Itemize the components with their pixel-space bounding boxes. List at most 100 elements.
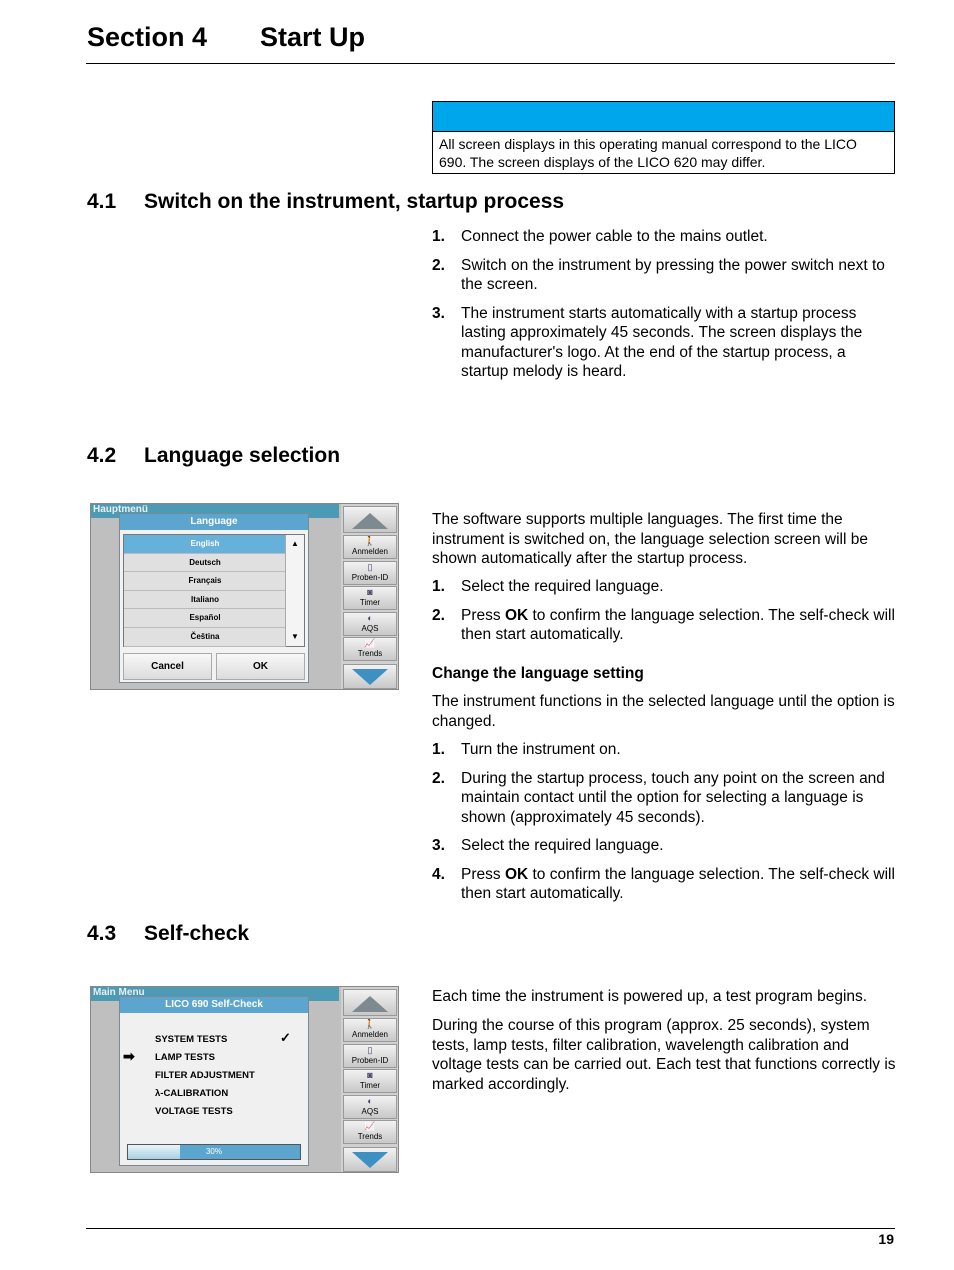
step-text: Select the required language. — [461, 578, 664, 595]
step-text: Press — [461, 865, 505, 883]
sidebar-button-timer[interactable]: ◙ Timer — [343, 586, 397, 610]
sidebar: 🚶 Anmelden ▯ Proben-ID ◙ Timer ◐ AQS 📈 Trends — [341, 987, 398, 1172]
step-text: Select the required language. — [461, 837, 664, 854]
step-number: 1. — [432, 228, 445, 245]
step-text: Press — [461, 606, 505, 624]
language-steps: 1. Select the required language. 2. Press O… — [432, 577, 897, 654]
step-number: 1. — [432, 741, 445, 758]
language-option[interactable]: English — [124, 535, 286, 554]
footer-rule — [86, 1228, 895, 1229]
header-rule — [86, 63, 895, 64]
language-option[interactable]: Français — [124, 572, 286, 591]
test-item: λ-CALIBRATION — [155, 1088, 229, 1099]
section-heading: Section 4 Start Up — [87, 22, 365, 53]
language-list: ▲ ▼ English Deutsch Français Italiano Español… — [123, 534, 305, 647]
selfcheck-screen: Main Menu LICO 690 Self-Check SYSTEM TES… — [90, 986, 399, 1173]
scroll-down-button[interactable] — [343, 1147, 397, 1172]
step-number: 2. — [432, 606, 445, 624]
sidebar-label: Timer — [359, 1081, 381, 1090]
trends-icon: 📈 — [364, 1121, 376, 1131]
sidebar-label: Proben-ID — [351, 1055, 389, 1065]
arrow-up-icon — [352, 513, 388, 529]
step-number: 2. — [432, 769, 445, 787]
sidebar-label: Timer — [359, 598, 381, 607]
scroll-up-button[interactable] — [343, 989, 397, 1016]
ok-button[interactable]: OK — [216, 653, 305, 680]
list-item: 2. Switch on the instrument by pressing t… — [432, 256, 897, 295]
language-dialog: Language ▲ ▼ English Deutsch Français Italia… — [119, 513, 309, 683]
sidebar-label: Trends — [357, 1132, 383, 1141]
note-box: All screen displays in this operating ma… — [432, 101, 895, 174]
section-label: Section 4 — [87, 22, 208, 52]
list-item: 2. During the startup process, touch any … — [432, 769, 897, 828]
sidebar-button-anmelden[interactable]: 🚶 Anmelden — [343, 535, 397, 559]
sidebar-button-proben-id[interactable]: ▯ Proben-ID — [343, 560, 397, 585]
step-number: 4. — [432, 865, 445, 883]
sidebar-button-trends[interactable]: 📈 Trends — [343, 1120, 397, 1144]
change-language-steps: 1. Turn the instrument on. 2. During the st… — [432, 740, 897, 913]
list-item: 4. Press OK to confirm the language selec… — [432, 865, 897, 904]
startup-steps: 1. Connect the power cable to the mains o… — [432, 227, 897, 391]
page-number: 19 — [878, 1231, 894, 1247]
list-item: 1. Connect the power cable to the mains o… — [432, 227, 897, 247]
scroll-down-button[interactable] — [343, 664, 397, 689]
section-title: Start Up — [260, 22, 366, 52]
language-option[interactable]: Deutsch — [124, 553, 286, 573]
heading-4-1: 4.1 Switch on the instrument, startup pro… — [87, 190, 565, 213]
sidebar-label: AQS — [361, 623, 379, 633]
sample-icon: ▯ — [367, 561, 373, 572]
note-text: All screen displays in this operating ma… — [439, 136, 857, 170]
sidebar-button-proben-id[interactable]: ▯ Proben-ID — [343, 1043, 397, 1068]
sidebar-button-timer[interactable]: ◙ Timer — [343, 1069, 397, 1093]
language-screen: Hauptmenü Language ▲ ▼ English Deutsch Fran… — [90, 503, 399, 690]
arrow-down-icon — [352, 669, 388, 685]
sidebar-button-anmelden[interactable]: 🚶 Anmelden — [343, 1018, 397, 1042]
subheading-change-language: Change the language setting — [432, 665, 644, 682]
timer-icon: ◙ — [367, 1070, 373, 1080]
dialog-title: LICO 690 Self-Check — [120, 997, 308, 1013]
sidebar-label: Anmelden — [351, 547, 389, 556]
sidebar-button-aqs[interactable]: ◐ AQS — [343, 611, 397, 636]
timer-icon: ◙ — [367, 587, 373, 597]
list-item: 2. Press OK to confirm the language selec… — [432, 606, 897, 645]
list-item: 1. Turn the instrument on. — [432, 740, 897, 760]
step-text: Switch on the instrument by pressing the… — [461, 256, 885, 294]
person-icon: 🚶 — [364, 1019, 376, 1029]
step-number: 1. — [432, 578, 445, 595]
person-icon: 🚶 — [364, 536, 376, 546]
scroll-down-icon[interactable]: ▼ — [286, 628, 304, 646]
selfcheck-dialog: LICO 690 Self-Check SYSTEM TESTS ✓ LAMP TE… — [119, 996, 309, 1166]
sidebar-label: Proben-ID — [351, 572, 389, 582]
step-text: Turn the instrument on. — [461, 741, 621, 758]
aqs-icon: ◐ — [367, 612, 373, 623]
trends-icon: 📈 — [364, 638, 376, 648]
list-item: 1. Select the required language. — [432, 577, 897, 597]
sidebar: 🚶 Anmelden ▯ Proben-ID ◙ Timer ◐ AQS 📈 Trends — [341, 504, 398, 689]
change-language-intro: The instrument functions in the selected… — [432, 693, 895, 730]
step-text: The instrument starts automatically with… — [461, 304, 863, 381]
scroll-up-icon[interactable]: ▲ — [286, 535, 304, 553]
sidebar-label: AQS — [361, 1106, 379, 1116]
language-option[interactable]: Italiano — [124, 590, 286, 610]
arrow-up-icon — [352, 996, 388, 1012]
checkmark-icon: ✓ — [280, 1030, 291, 1045]
language-option[interactable]: Čeština — [124, 627, 286, 647]
test-item: FILTER ADJUSTMENT — [155, 1070, 255, 1081]
step-number: 2. — [432, 256, 445, 274]
heading-4-3: 4.3 Self-check — [87, 922, 250, 945]
progress-bar: 30% — [127, 1144, 301, 1160]
note-bar — [433, 102, 894, 132]
scrollbar[interactable]: ▲ ▼ — [285, 535, 304, 646]
test-item: SYSTEM TESTS — [155, 1034, 228, 1045]
sidebar-button-aqs[interactable]: ◐ AQS — [343, 1094, 397, 1119]
language-intro: The software supports multiple languages… — [432, 511, 868, 567]
selfcheck-p1: Each time the instrument is powered up, … — [432, 988, 868, 1005]
sidebar-button-trends[interactable]: 📈 Trends — [343, 637, 397, 661]
step-text: Connect the power cable to the mains out… — [461, 228, 768, 245]
cancel-button[interactable]: Cancel — [123, 653, 212, 680]
scroll-up-button[interactable] — [343, 506, 397, 533]
sidebar-label: Anmelden — [351, 1030, 389, 1039]
arrow-right-icon: ➡ — [123, 1048, 135, 1064]
language-option[interactable]: Español — [124, 609, 286, 628]
step-text: During the startup process, touch any po… — [461, 769, 885, 826]
